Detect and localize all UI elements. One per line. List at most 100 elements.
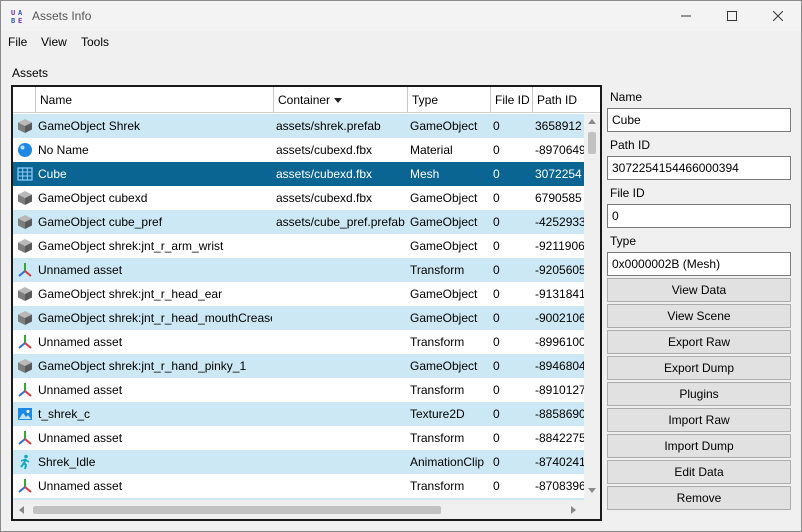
minimize-button[interactable]	[663, 1, 709, 31]
cell-container	[276, 258, 406, 282]
edit-data-button[interactable]: Edit Data	[607, 460, 791, 484]
cell-name: No Name	[38, 143, 89, 157]
cell-file-id: 0	[493, 431, 500, 445]
cell-container	[276, 426, 406, 450]
cell-path-id: -8842275	[535, 431, 584, 445]
menu-tools[interactable]: Tools	[81, 35, 109, 49]
table-row[interactable]: Unnamed asset Transform 0 -8996100	[13, 330, 584, 354]
cell-container: assets/shrek.prefab	[276, 119, 381, 133]
path-id-field[interactable]: 3072254154466000394	[607, 156, 791, 180]
table-row[interactable]: Unnamed asset Transform 0 -8842275	[13, 426, 584, 450]
cell-name: Cube	[38, 167, 67, 181]
table-row[interactable]: No Name assets/cubexd.fbx Material 0 -897064…	[13, 138, 584, 162]
table-row[interactable]: GameObject cube_pref assets/cube_pref.pre…	[13, 210, 584, 234]
column-header-name[interactable]: Name	[36, 87, 274, 113]
column-label: Type	[412, 93, 439, 107]
type-label: Type	[610, 234, 637, 248]
table-row[interactable]: GameObject shrek:jnt_r_head_ear GameObjec…	[13, 282, 584, 306]
vertical-scroll-thumb[interactable]	[588, 132, 596, 154]
table-row[interactable]: t_shrek_c Texture2D 0 -8858690	[13, 402, 584, 426]
cell-path-id: -9205605	[535, 263, 584, 277]
cell-type: Transform	[410, 431, 465, 445]
table-row[interactable]: GameObject Shrek assets/shrek.prefab GameO…	[13, 114, 584, 138]
cell-file-id: 0	[493, 311, 500, 325]
table-row[interactable]: GameObject shrek:jnt_r_arm_wrist GameObje…	[13, 234, 584, 258]
table-row[interactable]: GameObject cubexd assets/cubexd.fbx GameOb…	[13, 186, 584, 210]
gameobject-icon	[15, 114, 35, 138]
horizontal-scroll-thumb[interactable]	[33, 506, 441, 514]
transform-icon	[15, 378, 35, 402]
scroll-down-icon[interactable]	[588, 488, 596, 493]
import-raw-button[interactable]: Import Raw	[607, 408, 791, 432]
column-header-file-id[interactable]: File ID	[491, 87, 533, 113]
name-label: Name	[610, 90, 643, 104]
cell-path-id: 3658912	[535, 119, 582, 133]
remove-button[interactable]: Remove	[607, 486, 791, 510]
cell-type: Transform	[410, 383, 465, 397]
scrollbar-corner	[584, 500, 600, 519]
cell-container: assets/cubexd.fbx	[276, 167, 373, 181]
cell-container	[276, 354, 406, 378]
export-dump-button[interactable]: Export Dump	[607, 356, 791, 380]
table-row[interactable]: Shrek_Idle AnimationClip 0 -8740241	[13, 450, 584, 474]
transform-icon	[15, 330, 35, 354]
cell-file-id: 0	[493, 239, 500, 253]
menu-view[interactable]: View	[41, 35, 67, 49]
menu-file[interactable]: File	[8, 35, 27, 49]
assets-info-window: U A B E Assets Info File View Tools Asse…	[0, 0, 802, 532]
column-header-container[interactable]: Container	[274, 87, 408, 113]
export-raw-button[interactable]: Export Raw	[607, 330, 791, 354]
cell-path-id: -9131841	[535, 287, 584, 301]
table-row[interactable]: Unnamed asset Transform 0 -8708396	[13, 474, 584, 498]
type-field[interactable]: 0x0000002B (Mesh)	[607, 252, 791, 276]
assets-table[interactable]: Name Container Type File ID Path ID Game…	[11, 85, 602, 521]
column-label: Path ID	[537, 93, 578, 107]
import-dump-button[interactable]: Import Dump	[607, 434, 791, 458]
view-data-button[interactable]: View Data	[607, 278, 791, 302]
scroll-right-icon[interactable]	[571, 506, 576, 514]
cell-container	[276, 474, 406, 498]
column-label: File ID	[495, 93, 530, 107]
close-button[interactable]	[755, 1, 801, 31]
scroll-left-icon[interactable]	[19, 506, 24, 514]
view-scene-button[interactable]: View Scene	[607, 304, 791, 328]
gameobject-icon	[15, 210, 35, 234]
cell-type: GameObject	[410, 359, 478, 373]
menu-bar: File View Tools	[1, 32, 801, 52]
column-header-type[interactable]: Type	[408, 87, 491, 113]
plugins-button[interactable]: Plugins	[607, 382, 791, 406]
cell-file-id: 0	[493, 143, 500, 157]
cell-name: GameObject shrek:jnt_r_head_mouthCrease	[38, 311, 272, 325]
cell-type: GameObject	[410, 191, 478, 205]
gameobject-icon	[15, 354, 35, 378]
svg-text:U: U	[11, 9, 15, 17]
app-logo-icon: U A B E	[11, 9, 23, 24]
cell-file-id: 0	[493, 119, 500, 133]
table-row[interactable]: Unnamed asset Transform 0 -9205605	[13, 258, 584, 282]
cell-file-id: 0	[493, 479, 500, 493]
cell-container	[276, 282, 406, 306]
table-row[interactable]: Unnamed asset Transform 0 -8910127	[13, 378, 584, 402]
cell-type: Material	[410, 143, 453, 157]
cell-file-id: 0	[493, 191, 500, 205]
vertical-scrollbar[interactable]	[584, 114, 600, 500]
maximize-button[interactable]	[709, 1, 755, 31]
cell-name: t_shrek_c	[38, 407, 91, 421]
table-row[interactable]: GameObject shrek:jnt_r_hand_pinky_1 GameO…	[13, 354, 584, 378]
cell-name: Unnamed asset	[38, 479, 123, 493]
cell-path-id: 6790585	[535, 191, 582, 205]
cell-name: GameObject shrek:jnt_r_arm_wrist	[38, 239, 224, 253]
close-icon	[773, 11, 783, 21]
cell-name: Unnamed asset	[38, 431, 123, 445]
cell-name: Unnamed asset	[38, 263, 123, 277]
table-row[interactable]: Cube assets/cubexd.fbx Mesh 0 3072254	[13, 162, 584, 186]
name-field[interactable]: Cube	[607, 108, 791, 132]
cell-file-id: 0	[493, 167, 500, 181]
file-id-field[interactable]: 0	[607, 204, 791, 228]
animation-icon	[15, 450, 35, 474]
table-row[interactable]: GameObject shrek:jnt_r_head_mouthCrease G…	[13, 306, 584, 330]
horizontal-scrollbar[interactable]	[13, 500, 584, 519]
cell-name: Shrek_Idle	[38, 455, 96, 469]
scroll-up-icon[interactable]	[588, 119, 596, 124]
column-header-path-id[interactable]: Path ID	[533, 87, 600, 113]
